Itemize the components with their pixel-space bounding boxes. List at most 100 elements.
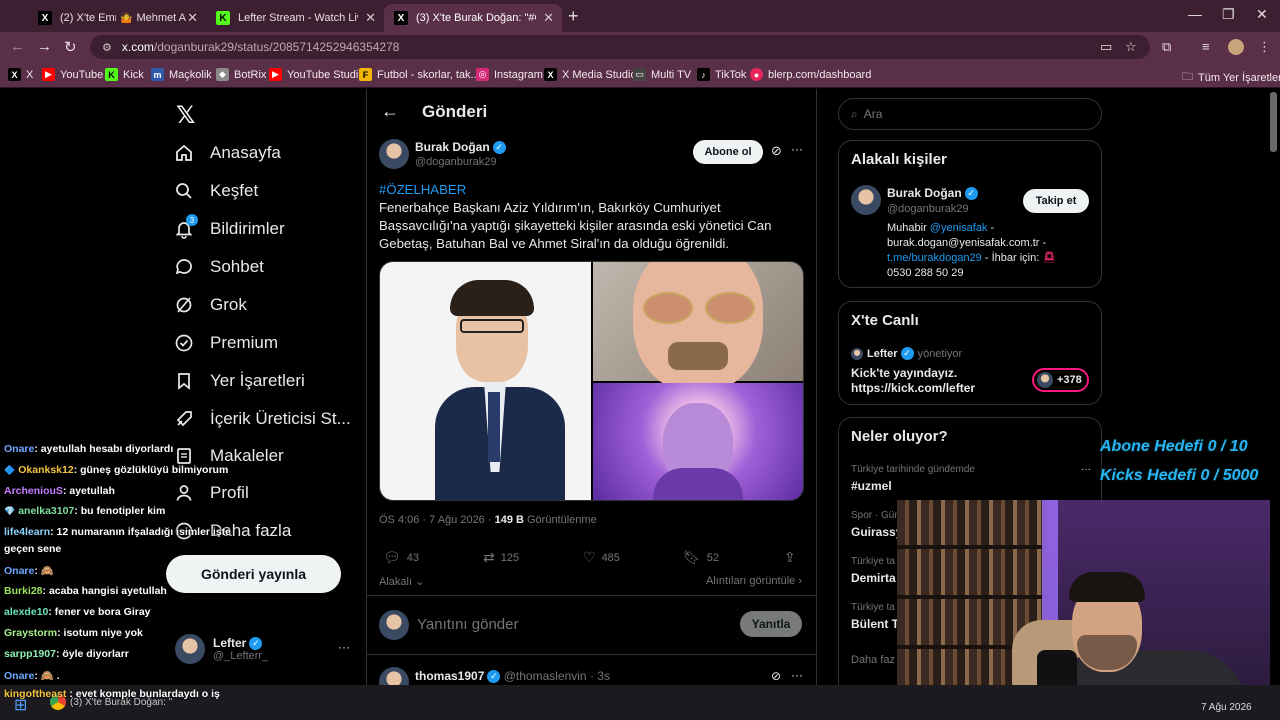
subscribe-button[interactable]: Abone ol — [693, 140, 763, 164]
live-host-row[interactable]: Lefter ✓ yönetiyor — [851, 347, 962, 360]
post-button[interactable]: Gönderi yayınla — [166, 555, 341, 593]
related-dropdown[interactable]: Alakalı ⌄ — [379, 575, 424, 588]
reload-icon[interactable]: ↻ — [64, 38, 77, 56]
relevant-people-card: Alakalı kişiler Burak Doğan ✓ @doganburak… — [838, 140, 1102, 288]
youtube-icon: ▶ — [269, 68, 282, 81]
forward-icon[interactable]: → — [37, 38, 52, 55]
bookmark-x-media-studio[interactable]: X X Media Studio — [544, 68, 637, 81]
mention-link[interactable]: @yenisafak — [930, 222, 988, 234]
bookmark-blerp[interactable]: ● blerp.com/dashboard — [750, 68, 871, 81]
close-tab-icon[interactable]: ✕ — [543, 10, 554, 26]
grok-icon[interactable]: ⊘ — [771, 669, 781, 683]
show-more-link[interactable]: Daha faz — [851, 654, 895, 666]
follow-button[interactable]: Takip et — [1023, 189, 1089, 213]
nav-bookmarks[interactable]: Yer İşaretleri — [174, 371, 305, 391]
trend-item[interactable]: Türkiye tarihinde gündemde #uzmel ··· — [851, 464, 1091, 493]
restore-icon[interactable]: ❐ — [1222, 6, 1235, 23]
bookmark-kick[interactable]: K Kick — [105, 68, 144, 81]
person-name-row[interactable]: Burak Doğan ✓ — [887, 186, 978, 201]
author-handle[interactable]: @doganburak29 — [415, 156, 497, 168]
card-title: X'te Canlı — [851, 312, 919, 329]
more-options-icon[interactable]: ··· — [338, 640, 350, 654]
bookmark-x[interactable]: XX — [8, 68, 33, 81]
bookmark-futbol[interactable]: F Futbol - skorlar, tak... — [359, 68, 480, 81]
live-listeners-button[interactable]: +378 — [1032, 368, 1089, 392]
minimize-icon[interactable]: — — [1188, 6, 1202, 22]
photo-purple-man[interactable] — [593, 383, 803, 500]
bookmark-star-icon[interactable]: ☆ — [1125, 39, 1137, 55]
close-tab-icon[interactable]: ✕ — [187, 10, 198, 26]
author-avatar[interactable] — [379, 139, 409, 169]
browser-tab-kick[interactable]: K Lefter Stream - Watch Live on K ✕ — [206, 4, 384, 32]
nav-explore[interactable]: Keşfet — [174, 181, 258, 201]
bookmark-tiktok[interactable]: ♪ TikTok — [697, 68, 746, 81]
search-input[interactable]: ⌕ Ara — [838, 98, 1102, 130]
reply-input[interactable]: Yanıtını gönder — [417, 616, 518, 633]
live-title[interactable]: Kick'te yayındayız. https://kick.com/lef… — [851, 366, 975, 396]
bookmark-botrix[interactable]: ◆ BotRix — [216, 68, 266, 81]
nav-home[interactable]: Anasayfa — [174, 143, 281, 163]
bookmark-youtube[interactable]: ▶ YouTube — [42, 68, 103, 81]
extensions-icon[interactable]: ⧉ — [1162, 39, 1171, 55]
avatar[interactable] — [851, 185, 881, 215]
trend-item[interactable]: Türkiye ta Demirta — [851, 556, 896, 585]
reply-composer: Yanıtını gönder Yanıtla — [367, 595, 816, 655]
nav-grok[interactable]: Grok — [174, 295, 247, 315]
bookmark-label: TikTok — [715, 68, 747, 81]
view-quotes-link[interactable]: Alıntıları görüntüle › — [706, 575, 802, 587]
window-close-icon[interactable]: ✕ — [1256, 6, 1268, 23]
site-info-icon[interactable]: ⚙ — [102, 41, 112, 54]
nav-label: Sohbet — [210, 257, 264, 276]
nav-premium[interactable]: Premium — [174, 333, 278, 353]
back-arrow-icon[interactable]: ← — [381, 101, 399, 122]
tweet-time[interactable]: ÖS 4:06 · 7 Ağu 2026 · — [379, 514, 495, 526]
nav-chat[interactable]: Sohbet — [174, 257, 264, 277]
address-bar[interactable]: ⚙ x.com/doganburak29/status/208571425294… — [90, 35, 1150, 59]
bookmark-multi-tv[interactable]: ▭ Multi TV — [633, 68, 691, 81]
close-tab-icon[interactable]: ✕ — [365, 10, 376, 26]
bookmark-instagram[interactable]: ◎ Instagram — [476, 68, 543, 81]
next-reply-header[interactable]: thomas1907 ✓ @thomaslenvin · 3s — [415, 669, 610, 684]
share-action[interactable]: ⇪ — [784, 549, 802, 566]
menu-icon[interactable]: ⋮ — [1258, 39, 1271, 55]
x-logo-icon[interactable]: 𝕏 — [176, 101, 195, 130]
nav-articles[interactable]: Makaleler — [174, 446, 284, 466]
host-name: Lefter — [867, 347, 898, 360]
telegram-link[interactable]: t.me/burakdogan29 — [887, 252, 982, 264]
browser-tab-burak[interactable]: X (3) X'te Burak Doğan: "#ÖZELH ✕ — [384, 4, 562, 32]
reply-avatar[interactable] — [379, 667, 409, 685]
all-bookmarks[interactable]: 🗀 Tüm Yer İşaretleri — [1182, 68, 1280, 87]
more-options-icon[interactable]: ··· — [1081, 464, 1091, 475]
tweet-media[interactable] — [379, 261, 804, 501]
install-icon[interactable]: ▭ — [1100, 39, 1112, 55]
nav-notifications[interactable]: 3 Bildirimler — [174, 214, 285, 239]
trend-item[interactable]: Türkiye ta Bülent T — [851, 602, 899, 631]
scrollbar-thumb[interactable] — [1270, 92, 1277, 152]
grok-icon[interactable]: ⊘ — [771, 143, 782, 159]
like-action[interactable]: ♡ 485 — [583, 549, 620, 566]
account-switcher[interactable]: Lefter ✓ @_Lefterr_ ··· — [175, 634, 350, 664]
back-icon[interactable]: ← — [10, 38, 25, 55]
premium-icon — [174, 333, 194, 353]
trend-item[interactable]: Spor · Gün Guirassy — [851, 510, 902, 539]
nav-creator-studio[interactable]: İçerik Üreticisi St... — [174, 409, 351, 429]
repost-action[interactable]: ⇄ 125 — [483, 549, 519, 566]
media-control-icon[interactable]: ≡ — [1202, 39, 1210, 54]
bookmark-mackolik[interactable]: m Maçkolik — [151, 68, 212, 81]
photo-sunglasses-man[interactable] — [593, 262, 803, 392]
hashtag-link[interactable]: #ÖZELHABER — [379, 181, 807, 199]
photo-suited-man[interactable] — [380, 262, 591, 500]
chat-text: : 🙈 — [34, 565, 54, 577]
bookmark-youtube-studio[interactable]: ▶ YouTube Studio — [269, 68, 364, 81]
bookmark-action[interactable]: 🔖︎ 52 — [683, 549, 719, 566]
author-name-row[interactable]: Burak Doğan ✓ — [415, 140, 506, 155]
browser-tab-emre[interactable]: X (2) X'te Emre: " 🤷 Mehmet Arı ✕ — [28, 4, 206, 32]
new-tab-button[interactable]: + — [568, 6, 579, 27]
more-options-icon[interactable]: ··· — [791, 668, 803, 682]
profile-avatar[interactable] — [1228, 39, 1244, 55]
more-options-icon[interactable]: ··· — [791, 142, 803, 156]
reply-button[interactable]: Yanıtla — [740, 611, 802, 637]
reply-action[interactable]: 💬︎ 43 — [383, 549, 419, 566]
nav-profile[interactable]: Profil — [174, 483, 249, 503]
bookmark-label: Maçkolik — [169, 68, 212, 81]
